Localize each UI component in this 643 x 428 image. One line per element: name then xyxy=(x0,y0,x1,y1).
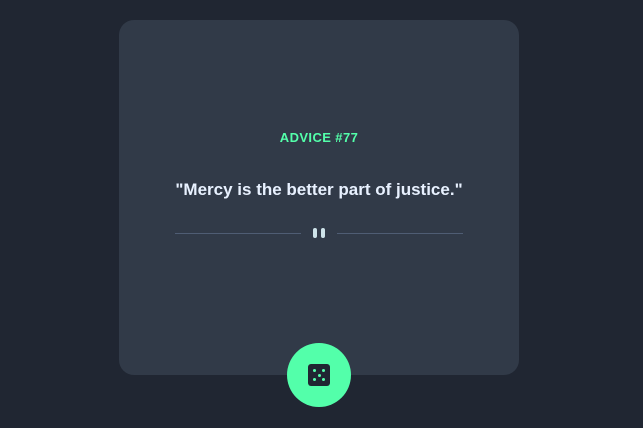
dice-icon xyxy=(308,364,330,386)
divider-line-left xyxy=(175,233,301,234)
advice-id-label: ADVICE #77 xyxy=(279,130,359,145)
divider-line-right xyxy=(337,233,463,234)
new-advice-button[interactable] xyxy=(287,343,351,407)
advice-card: ADVICE #77 "Mercy is the better part of … xyxy=(119,20,519,375)
pause-icon xyxy=(313,228,325,238)
advice-quote: "Mercy is the better part of justice." xyxy=(175,180,463,199)
divider xyxy=(175,226,463,240)
